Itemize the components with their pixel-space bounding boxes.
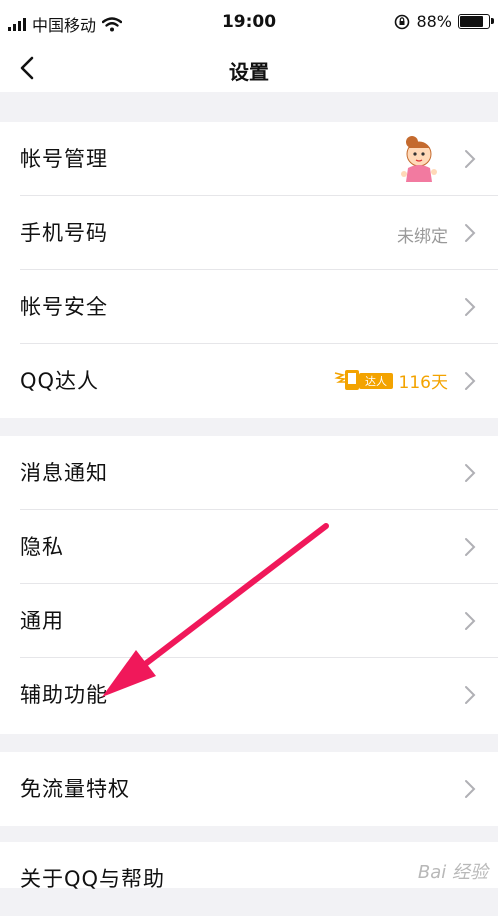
settings-row-free-data[interactable]: 免流量特权 (0, 752, 498, 826)
expert-days: 116天 (398, 372, 448, 393)
badge-text: 达人 (365, 375, 387, 388)
row-label: 通用 (20, 609, 64, 633)
chevron-right-icon (465, 298, 476, 316)
row-label: 帐号管理 (20, 147, 108, 171)
settings-group-general: 消息通知 隐私 通用 辅助功能 (0, 436, 498, 734)
battery-icon (458, 14, 494, 29)
settings-row-qq-expert[interactable]: QQ达人 达人 116天 (0, 344, 498, 418)
orientation-lock-icon (395, 14, 410, 29)
row-label: QQ达人 (20, 369, 100, 393)
status-bar: 中国移动 19:00 88% (0, 0, 498, 44)
row-label: 帐号安全 (20, 295, 108, 319)
phone-binding-status: 未绑定 (397, 227, 448, 247)
row-label: 关于QQ与帮助 (20, 867, 166, 891)
chevron-right-icon (465, 612, 476, 630)
settings-row-privacy[interactable]: 隐私 (0, 510, 498, 584)
settings-row-accessibility[interactable]: 辅助功能 (0, 658, 498, 732)
row-label: 免流量特权 (20, 777, 130, 801)
chevron-right-icon (465, 464, 476, 482)
page-title: 设置 (229, 60, 269, 84)
battery-percent: 88% (416, 12, 452, 31)
row-label: 消息通知 (20, 461, 108, 485)
settings-row-account-security[interactable]: 帐号安全 (0, 270, 498, 344)
navigation-bar: 设置 (0, 44, 498, 92)
settings-group-data-privilege: 免流量特权 (0, 752, 498, 826)
settings-row-general[interactable]: 通用 (0, 584, 498, 658)
settings-group-account: 帐号管理 手机号码 未绑定 帐号安全 QQ达人 达人 116天 (0, 122, 498, 418)
chevron-right-icon (465, 150, 476, 168)
settings-row-notifications[interactable]: 消息通知 (0, 436, 498, 510)
row-label: 隐私 (20, 535, 64, 559)
chevron-right-icon (465, 780, 476, 798)
avatar (401, 136, 437, 182)
chevron-right-icon (465, 372, 476, 390)
row-label: 辅助功能 (20, 683, 108, 707)
row-label: 手机号码 (20, 221, 108, 245)
chevron-right-icon (465, 224, 476, 242)
watermark: Bai 经验 (417, 862, 488, 883)
settings-row-account-management[interactable]: 帐号管理 (0, 122, 498, 196)
chevron-right-icon (465, 538, 476, 556)
qq-expert-badge-icon: 达人 (333, 370, 393, 390)
settings-row-phone-number[interactable]: 手机号码 未绑定 (0, 196, 498, 270)
chevron-right-icon (465, 686, 476, 704)
